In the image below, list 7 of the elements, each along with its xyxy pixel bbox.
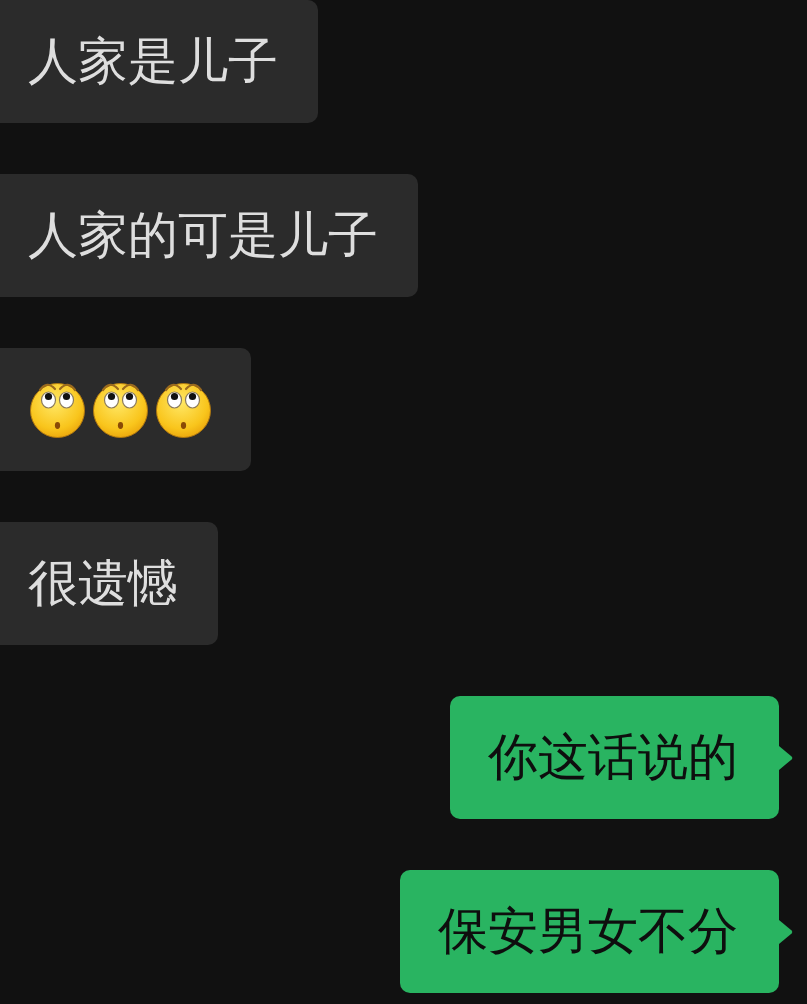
message-text: 很遗憾 <box>28 554 178 612</box>
message-text: 人家是儿子 <box>28 32 278 90</box>
message-text: 你这话说的 <box>488 728 738 786</box>
message-text: 人家的可是儿子 <box>28 206 378 264</box>
bubble-tail-icon <box>779 919 793 944</box>
bubble-tail-icon <box>779 745 793 770</box>
message-text: 保安男女不分 <box>438 902 738 960</box>
